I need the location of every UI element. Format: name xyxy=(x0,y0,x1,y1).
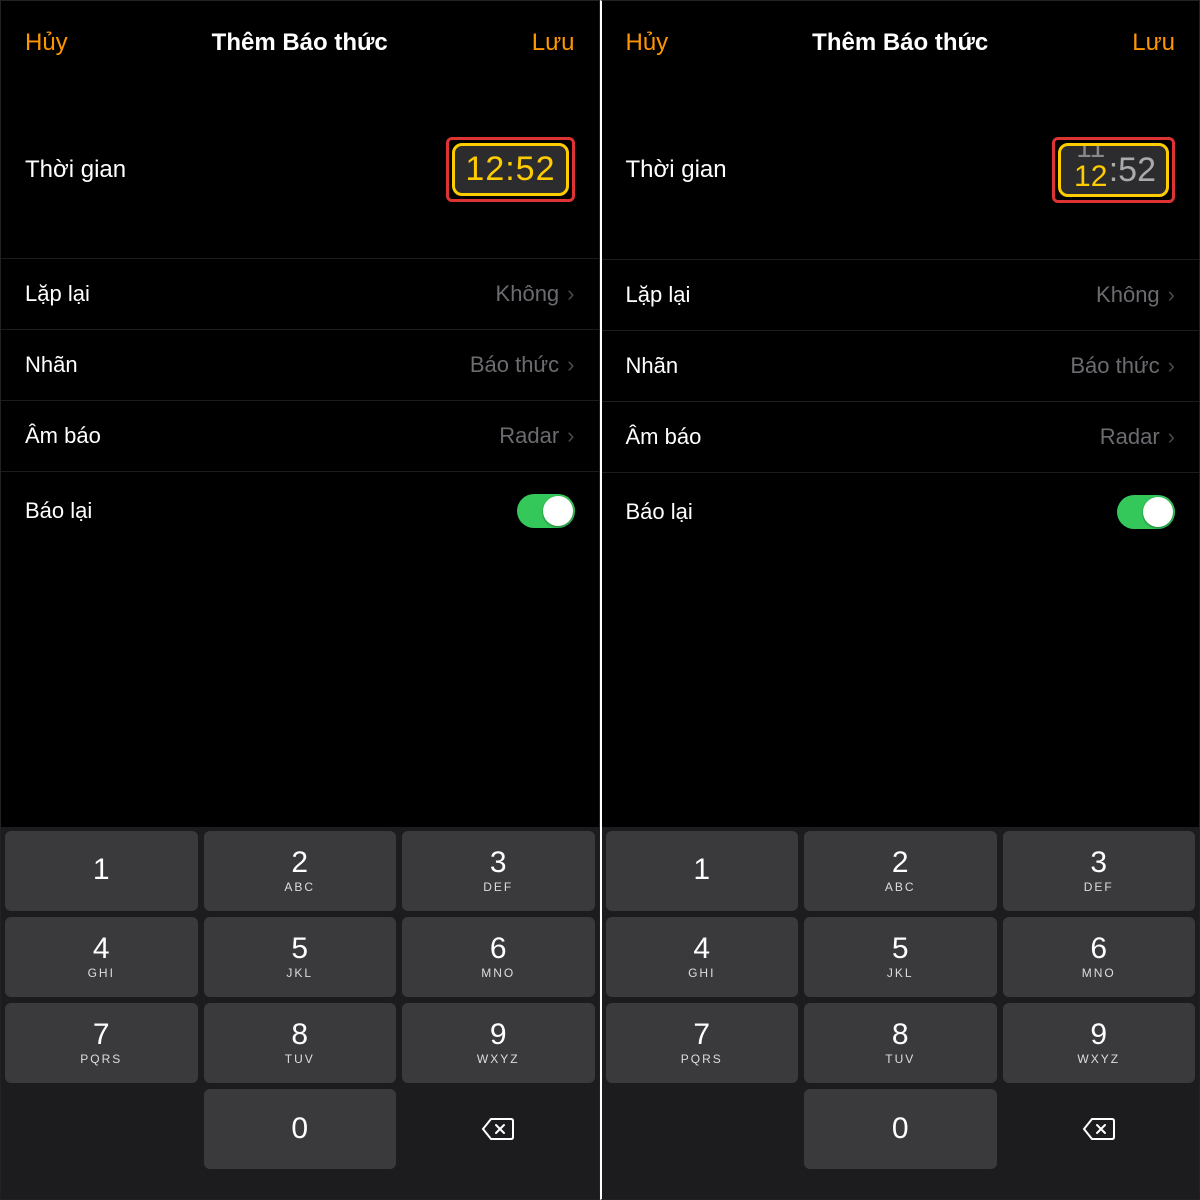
row-snooze: Báo lại xyxy=(1,471,599,550)
header: Hủy Thêm Báo thức Lưu xyxy=(602,1,1200,81)
key-1[interactable]: 1 xyxy=(606,831,799,911)
time-picker[interactable]: 11 12 :52 xyxy=(1052,137,1175,203)
chevron-right-icon: › xyxy=(567,352,574,378)
row-sound[interactable]: Âm báo Radar › xyxy=(602,401,1200,472)
key-9[interactable]: 9WXYZ xyxy=(402,1003,595,1083)
annotation-highlight: 11 12 :52 xyxy=(1052,137,1175,203)
row-repeat[interactable]: Lặp lại Không › xyxy=(602,259,1200,330)
row-sound[interactable]: Âm báo Radar › xyxy=(1,400,599,471)
label-value: Báo thức xyxy=(470,352,559,378)
hour-wheel[interactable]: 11 12 xyxy=(1071,150,1111,190)
snooze-label: Báo lại xyxy=(25,498,92,524)
phone-left: Hủy Thêm Báo thức Lưu Thời gian 12:52 Lặ… xyxy=(0,0,600,1200)
key-3[interactable]: 3DEF xyxy=(402,831,595,911)
repeat-value: Không xyxy=(496,281,560,307)
label-value: Báo thức xyxy=(1070,353,1159,379)
key-7[interactable]: 7PQRS xyxy=(606,1003,799,1083)
snooze-toggle[interactable] xyxy=(517,494,575,528)
time-row: Thời gian 12:52 xyxy=(1,81,599,258)
time-picker[interactable]: 12:52 xyxy=(446,137,574,202)
key-1[interactable]: 1 xyxy=(5,831,198,911)
chevron-right-icon: › xyxy=(567,423,574,449)
annotation-highlight: 12:52 xyxy=(446,137,574,202)
numeric-keypad: 1 2ABC 3DEF 4GHI 5JKL 6MNO 7PQRS 8TUV 9W… xyxy=(602,827,1200,1173)
header: Hủy Thêm Báo thức Lưu xyxy=(1,1,599,81)
chevron-right-icon: › xyxy=(1168,424,1175,450)
save-button[interactable]: Lưu xyxy=(1132,29,1175,57)
phone-right: Hủy Thêm Báo thức Lưu Thời gian 11 12 :5… xyxy=(600,0,1200,1200)
repeat-value: Không xyxy=(1096,282,1160,308)
page-title: Thêm Báo thức xyxy=(812,29,988,57)
label-label: Nhãn xyxy=(25,352,78,378)
repeat-label: Lặp lại xyxy=(626,282,691,308)
minute-value[interactable]: :52 xyxy=(1109,151,1156,190)
row-repeat[interactable]: Lặp lại Không › xyxy=(1,258,599,329)
row-snooze: Báo lại xyxy=(602,472,1200,551)
time-label: Thời gian xyxy=(25,156,126,184)
chevron-right-icon: › xyxy=(567,281,574,307)
key-6[interactable]: 6MNO xyxy=(1003,917,1196,997)
cancel-button[interactable]: Hủy xyxy=(25,29,68,57)
key-0[interactable]: 0 xyxy=(204,1089,397,1169)
key-5[interactable]: 5JKL xyxy=(804,917,997,997)
row-label[interactable]: Nhãn Báo thức › xyxy=(602,330,1200,401)
backspace-icon xyxy=(481,1117,515,1141)
time-label: Thời gian xyxy=(626,156,727,184)
key-blank xyxy=(5,1089,198,1169)
key-8[interactable]: 8TUV xyxy=(804,1003,997,1083)
key-4[interactable]: 4GHI xyxy=(606,917,799,997)
key-8[interactable]: 8TUV xyxy=(204,1003,397,1083)
page-title: Thêm Báo thức xyxy=(212,29,388,57)
sound-value: Radar xyxy=(499,423,559,449)
key-5[interactable]: 5JKL xyxy=(204,917,397,997)
label-label: Nhãn xyxy=(626,353,679,379)
snooze-label: Báo lại xyxy=(626,499,693,525)
hour-current: 12 xyxy=(1071,160,1111,194)
chevron-right-icon: › xyxy=(1168,353,1175,379)
key-delete[interactable] xyxy=(1003,1089,1196,1169)
repeat-label: Lặp lại xyxy=(25,281,90,307)
key-3[interactable]: 3DEF xyxy=(1003,831,1196,911)
key-4[interactable]: 4GHI xyxy=(5,917,198,997)
key-9[interactable]: 9WXYZ xyxy=(1003,1003,1196,1083)
key-delete[interactable] xyxy=(402,1089,595,1169)
sound-value: Radar xyxy=(1100,424,1160,450)
backspace-icon xyxy=(1082,1117,1116,1141)
key-2[interactable]: 2ABC xyxy=(204,831,397,911)
snooze-toggle[interactable] xyxy=(1117,495,1175,529)
chevron-right-icon: › xyxy=(1168,282,1175,308)
time-row: Thời gian 11 12 :52 xyxy=(602,81,1200,259)
row-label[interactable]: Nhãn Báo thức › xyxy=(1,329,599,400)
time-value[interactable]: 12:52 xyxy=(465,150,555,189)
settings-list: Lặp lại Không › Nhãn Báo thức › Âm báo R… xyxy=(602,259,1200,551)
key-7[interactable]: 7PQRS xyxy=(5,1003,198,1083)
numeric-keypad: 1 2ABC 3DEF 4GHI 5JKL 6MNO 7PQRS 8TUV 9W… xyxy=(1,827,599,1173)
cancel-button[interactable]: Hủy xyxy=(626,29,669,57)
sound-label: Âm báo xyxy=(626,424,702,450)
sound-label: Âm báo xyxy=(25,423,101,449)
key-6[interactable]: 6MNO xyxy=(402,917,595,997)
key-0[interactable]: 0 xyxy=(804,1089,997,1169)
settings-list: Lặp lại Không › Nhãn Báo thức › Âm báo R… xyxy=(1,258,599,550)
key-blank xyxy=(606,1089,799,1169)
save-button[interactable]: Lưu xyxy=(532,29,575,57)
key-2[interactable]: 2ABC xyxy=(804,831,997,911)
